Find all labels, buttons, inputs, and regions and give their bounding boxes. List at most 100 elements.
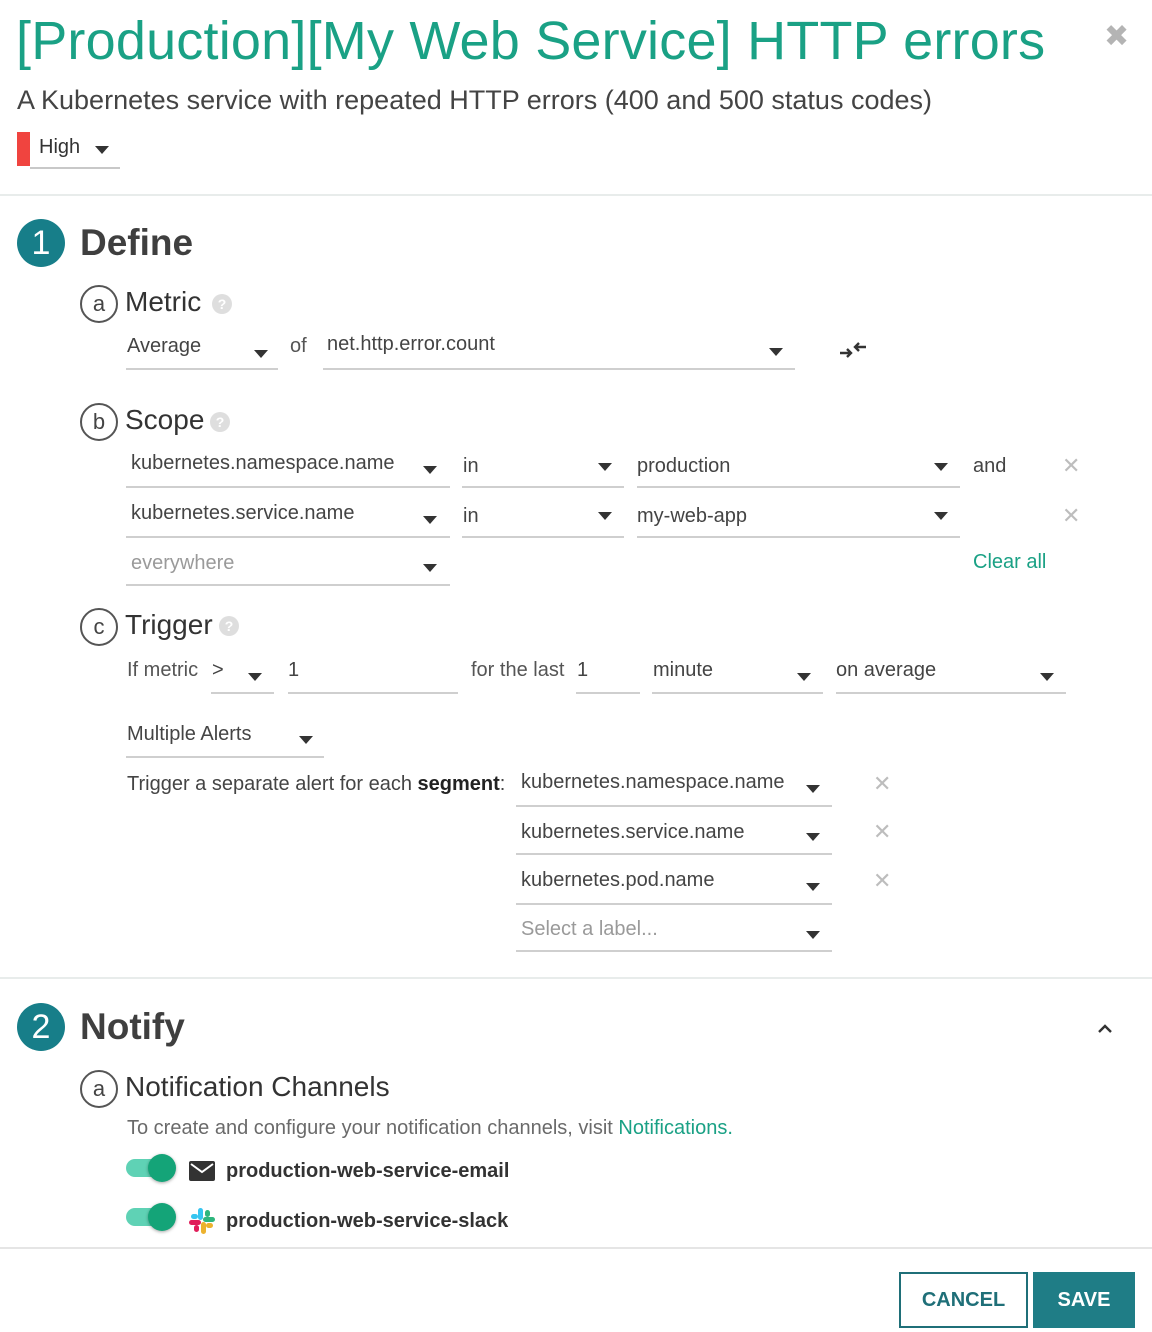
segment-value: kubernetes.service.name [521, 821, 745, 843]
channels-help-suffix: . [727, 1117, 733, 1139]
chevron-down-icon [598, 512, 612, 520]
duration-value: 1 [577, 659, 589, 681]
notify-section-title: Notify [80, 1006, 185, 1047]
chevron-down-icon [806, 785, 820, 793]
channels-help-prefix: To create and configure your notificatio… [127, 1117, 613, 1139]
field-underline [836, 692, 1066, 694]
channel-name: production-web-service-slack [226, 1210, 509, 1232]
chevron-down-icon [797, 673, 811, 681]
chevron-down-icon [1040, 673, 1054, 681]
scope-label-value: kubernetes.namespace.name [131, 452, 395, 474]
alert-title[interactable]: [Production][My Web Service] HTTP errors [16, 10, 1045, 72]
chevron-down-icon [254, 350, 268, 358]
time-unit-value: minute [653, 659, 714, 681]
slack-icon [187, 1206, 217, 1236]
scope-conjunction: and [973, 455, 1007, 477]
remove-scope-icon[interactable]: ✕ [1062, 505, 1080, 527]
remove-segment-icon[interactable]: ✕ [873, 870, 891, 892]
cancel-button[interactable]: CANCEL [899, 1272, 1028, 1328]
field-underline [126, 368, 278, 370]
define-section-title: Define [80, 222, 194, 263]
channels-letter-badge: a [80, 1070, 118, 1108]
channels-help-text: To create and configure your notificatio… [127, 1117, 733, 1140]
chevron-down-icon [934, 512, 948, 520]
scope-label-value: kubernetes.service.name [131, 502, 355, 524]
severity-color-indicator [17, 132, 30, 166]
comparator-value: > [212, 659, 224, 681]
if-metric-label: If metric [127, 659, 199, 681]
severity-underline [30, 167, 120, 169]
channels-title: Notification Channels [125, 1071, 390, 1102]
metric-name-value: net.http.error.count [327, 333, 495, 355]
trigger-title: Trigger [125, 609, 213, 640]
severity-value: High [39, 136, 81, 158]
chevron-down-icon [248, 673, 262, 681]
section-divider [0, 977, 1152, 979]
help-icon[interactable]: ? [219, 616, 239, 636]
alert-description[interactable]: A Kubernetes service with repeated HTTP … [17, 85, 932, 116]
remove-scope-icon[interactable]: ✕ [1062, 455, 1080, 477]
field-underline [637, 486, 960, 488]
field-underline [516, 903, 832, 905]
for-the-last-label: for the last [471, 659, 565, 681]
scope-value: production [637, 455, 731, 477]
chevron-down-icon [806, 931, 820, 939]
segment-instruction-prefix: Trigger a separate alert for each [127, 773, 412, 795]
chevron-down-icon [423, 466, 437, 474]
help-icon[interactable]: ? [210, 412, 230, 432]
swap-arrows-icon[interactable] [838, 338, 868, 362]
chevron-down-icon [423, 564, 437, 572]
segment-instruction-bold: segment [417, 773, 500, 795]
field-underline [637, 536, 960, 538]
field-underline [323, 368, 795, 370]
chevron-down-icon [806, 833, 820, 841]
segment-value: kubernetes.namespace.name [521, 771, 785, 793]
metric-title: Metric [125, 286, 202, 317]
threshold-value: 1 [288, 659, 300, 681]
remove-segment-icon[interactable]: ✕ [873, 773, 891, 795]
chevron-down-icon [423, 516, 437, 524]
scope-letter-badge: b [80, 403, 118, 441]
trigger-letter-badge: c [80, 608, 118, 646]
field-underline [576, 692, 640, 694]
field-underline [516, 805, 832, 807]
step-number-badge: 1 [17, 219, 65, 267]
metric-letter-badge: a [80, 285, 118, 323]
alert-mode-value: Multiple Alerts [127, 723, 252, 745]
channel-name: production-web-service-email [226, 1160, 510, 1182]
remove-segment-icon[interactable]: ✕ [873, 821, 891, 843]
trigger-aggregation-value: on average [836, 659, 937, 681]
chevron-down-icon [95, 146, 109, 154]
scope-operator-value: in [463, 455, 479, 477]
of-label: of [290, 335, 307, 357]
scope-title: Scope [125, 404, 205, 435]
field-underline [126, 486, 450, 488]
field-underline [211, 692, 274, 694]
scope-value: my-web-app [637, 505, 748, 527]
close-icon[interactable]: ✖ [1104, 22, 1129, 52]
toggle-knob [148, 1203, 176, 1231]
field-underline [652, 692, 823, 694]
field-underline [126, 536, 450, 538]
field-underline [462, 486, 624, 488]
segment-value: kubernetes.pod.name [521, 869, 715, 891]
field-underline [516, 853, 832, 855]
chevron-down-icon [934, 463, 948, 471]
segment-instruction: Trigger a separate alert for each segmen… [127, 773, 505, 796]
chevron-down-icon [806, 883, 820, 891]
notifications-link[interactable]: Notifications [618, 1117, 727, 1139]
header-divider [0, 194, 1152, 196]
save-button[interactable]: SAVE [1033, 1272, 1135, 1328]
toggle-knob [148, 1154, 176, 1182]
scope-operator-value: in [463, 505, 479, 527]
footer-divider [0, 1247, 1152, 1249]
clear-all-link[interactable]: Clear all [973, 551, 1046, 574]
metric-aggregation-value: Average [127, 335, 202, 357]
chevron-down-icon [598, 463, 612, 471]
chevron-down-icon [299, 736, 313, 744]
help-icon[interactable]: ? [212, 294, 232, 314]
segment-placeholder: Select a label... [521, 918, 658, 940]
field-underline [288, 692, 458, 694]
chevron-up-icon[interactable] [1096, 1021, 1114, 1033]
field-underline [126, 584, 450, 586]
